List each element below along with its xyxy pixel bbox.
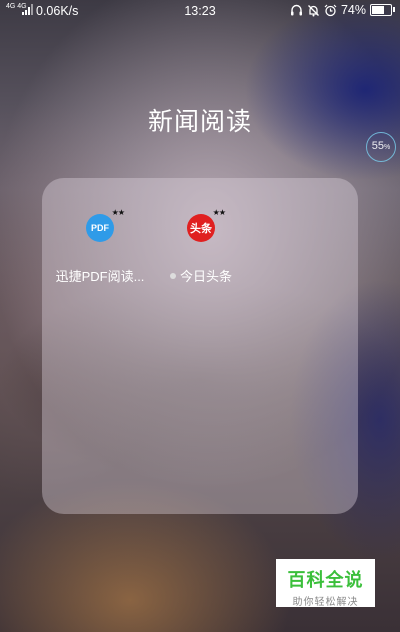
headset-icon <box>290 4 303 17</box>
folder-title[interactable]: 新闻阅读 <box>0 102 400 138</box>
status-bar: 4G 4G 0.06K/s 13:23 74% <box>0 0 400 22</box>
new-stars-icon: ★★ <box>111 208 125 217</box>
alarm-icon <box>324 4 337 17</box>
watermark-logo: 百科全说 助你轻松解决 <box>276 559 375 608</box>
battery-percent: 74% <box>340 3 366 17</box>
new-stars-icon: ★★ <box>212 208 226 217</box>
pdf-reader-icon: PDF ★★ <box>86 208 125 242</box>
battery-icon <box>370 4 395 16</box>
new-install-dot-icon <box>169 273 176 279</box>
toutiao-icon: 头条 ★★ <box>187 208 226 242</box>
app-label-row: 今日头条 <box>141 266 261 285</box>
app-label: 今日头条 <box>179 269 232 284</box>
app-toutiao[interactable]: 头条 ★★ 今日头条 <box>141 208 261 285</box>
memory-usage-badge[interactable]: 55% <box>366 132 396 162</box>
bell-off-icon <box>307 4 320 17</box>
